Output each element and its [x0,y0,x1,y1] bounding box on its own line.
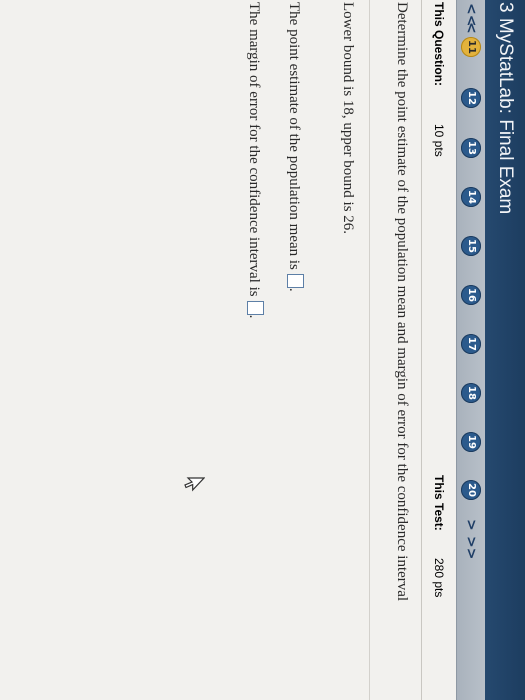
app-title-bar: 3 MyStatLab: Final Exam [485,0,525,700]
point-estimate-period: . [286,287,302,292]
question-18-button[interactable]: 18 [461,383,481,403]
mouse-pointer-icon [179,477,206,493]
app-title: 3 MyStatLab: Final Exam [495,2,516,215]
next-question-button[interactable]: > [460,519,482,531]
exam-window: 3 MyStatLab: Final Exam << < 11 12 13 14… [0,0,525,700]
previous-question-button[interactable]: < [460,22,482,34]
question-17-button[interactable]: 17 [461,334,481,354]
this-test-label: This Test: [432,475,446,531]
score-bar: This Question: 10 pts This Test: 280 pts [421,0,456,700]
question-11-button[interactable]: 11 [461,37,481,57]
margin-of-error-period: . [246,314,262,319]
question-13-button[interactable]: 13 [461,138,481,158]
point-estimate-label: The point estimate of the population mea… [286,2,302,270]
point-estimate-row: The point estimate of the population mea… [285,2,304,292]
interval-bounds-text: Lower bound is 18, upper bound is 26. [340,2,356,235]
question-navigation: << < 11 12 13 14 15 16 17 18 19 20 > >> [456,0,485,700]
this-question-label: This Question: [432,2,446,86]
question-16-button[interactable]: 16 [461,285,481,305]
divider [369,0,370,700]
question-20-button[interactable]: 20 [461,480,481,500]
question-14-button[interactable]: 14 [461,187,481,207]
margin-of-error-answer-box[interactable] [247,300,264,315]
margin-of-error-label: The margin of error for the confidence i… [246,2,262,297]
question-panel: Determine the point estimate of the popu… [0,0,422,700]
last-question-button[interactable]: >> [460,536,482,559]
question-prompt: Determine the point estimate of the popu… [394,2,410,602]
margin-of-error-row: The margin of error for the confidence i… [245,2,264,318]
question-15-button[interactable]: 15 [461,236,481,256]
this-question-points: 10 pts [432,124,446,157]
this-test-points: 280 pts [432,558,446,598]
point-estimate-answer-box[interactable] [287,273,304,288]
question-19-button[interactable]: 19 [461,432,481,452]
question-12-button[interactable]: 12 [461,88,481,108]
